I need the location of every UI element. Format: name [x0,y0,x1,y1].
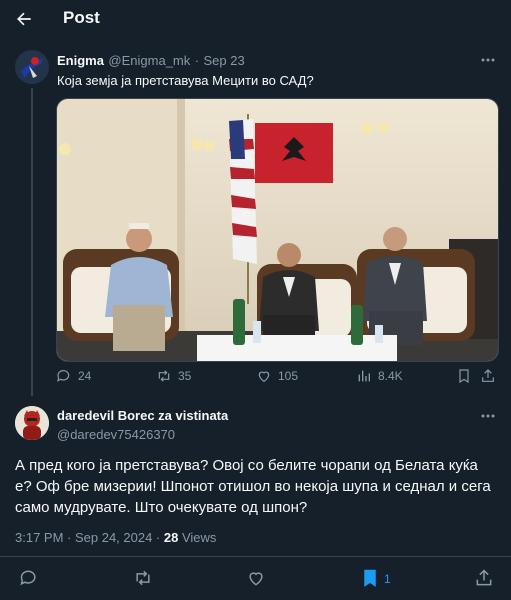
share-icon[interactable] [480,368,496,384]
reply-view-count: 28 [163,530,179,545]
repost-icon[interactable] [133,568,153,588]
reply-author-avatar[interactable] [15,406,49,440]
repost-count: 35 [178,369,192,383]
author-avatar[interactable] [15,50,49,84]
reply-icon [57,370,70,382]
reply-author-name[interactable]: daredevil Borec za vistinata [57,408,228,423]
reply-actions: 1 [0,568,511,592]
more-icon[interactable] [480,57,496,63]
like-count: 105 [278,369,299,383]
reply-views-label: Views [178,530,217,545]
author-handle[interactable]: @Enigma_mk [108,53,190,68]
repost-action[interactable]: 35 [156,368,191,384]
reply-action[interactable]: 24 [56,368,91,384]
share-icon[interactable] [474,568,494,588]
reply-text: А пред кого ја претставува? Овој со бели… [15,457,491,516]
thread-connector [31,88,33,396]
header-bar: Post [0,0,511,38]
repost-icon [158,370,170,382]
tweet-photo[interactable] [56,98,499,362]
reply-author-handle[interactable]: @daredev75426370 [57,427,175,442]
separator-dot: · [194,53,200,68]
photo-illustration [57,99,498,361]
views-count: 8.4K [378,369,403,383]
tweet-header: Enigma @Enigma_mk · Sep 23 [57,52,245,70]
tweet-date[interactable]: Sep 23 [204,53,245,68]
tweet-actions: 24 35 105 8.4K [56,368,496,390]
like-icon[interactable] [246,568,266,588]
bookmark-icon[interactable] [456,368,472,384]
back-arrow-icon[interactable] [14,9,34,29]
reply-icon[interactable] [19,568,39,588]
views-icon [358,370,370,382]
reply-timestamp[interactable]: 3:17 PM · Sep 24, 2024 · [15,530,164,545]
author-name[interactable]: Enigma [57,53,104,68]
bookmark-count: 1 [384,572,391,586]
bookmark-icon[interactable] [360,568,380,588]
like-action[interactable]: 105 [256,368,298,384]
divider [0,556,511,557]
page-title: Post [63,8,100,27]
views-action[interactable]: 8.4K [356,368,403,384]
tweet-text: Која земја ја претставува Мецити во САД? [57,73,314,88]
reply-meta: 3:17 PM · Sep 24, 2024 · 28 Views [15,530,216,545]
reply-more-icon[interactable] [480,413,496,419]
like-icon [258,371,270,383]
reply-count: 24 [78,369,92,383]
